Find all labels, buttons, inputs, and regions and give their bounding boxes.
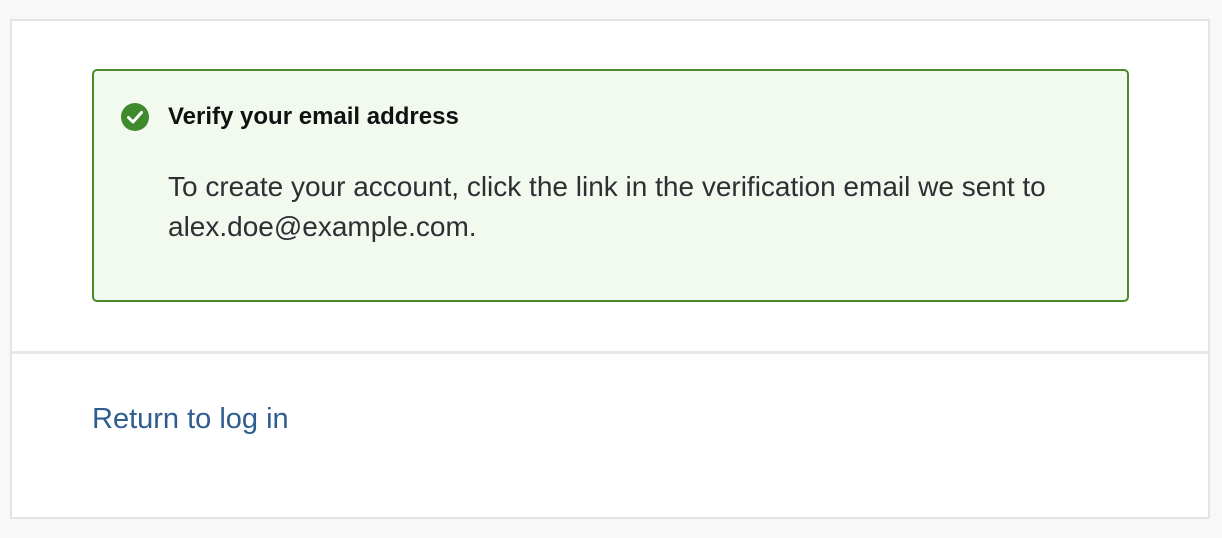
check-circle-icon bbox=[121, 103, 149, 131]
card-divider bbox=[12, 351, 1208, 354]
alert-message: To create your account, click the link i… bbox=[168, 167, 1108, 247]
verification-alert: Verify your email address To create your… bbox=[92, 69, 1129, 302]
alert-title: Verify your email address bbox=[168, 103, 459, 130]
alert-message-text: To create your account, click the link i… bbox=[168, 171, 1046, 202]
return-to-login-link[interactable]: Return to log in bbox=[92, 399, 289, 439]
alert-email: alex.doe@example.com bbox=[168, 211, 469, 242]
alert-message-end: . bbox=[468, 211, 477, 242]
verification-card: Verify your email address To create your… bbox=[10, 19, 1210, 519]
card-body: Verify your email address To create your… bbox=[12, 21, 1208, 351]
